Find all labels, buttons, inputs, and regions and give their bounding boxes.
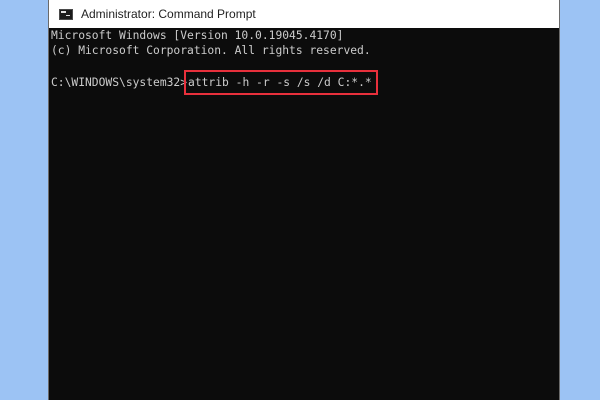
command-prompt-window[interactable]: Administrator: Command Prompt Microsoft …	[48, 0, 560, 400]
command-line: C:\WINDOWS\system32> attrib -h -r -s /s …	[51, 70, 559, 95]
window-title: Administrator: Command Prompt	[81, 7, 256, 21]
console-output[interactable]: Microsoft Windows [Version 10.0.19045.41…	[49, 28, 559, 400]
prompt-path: C:\WINDOWS\system32>	[51, 76, 188, 89]
cmd-icon	[59, 8, 73, 20]
highlighted-command: attrib -h -r -s /s /d C:*.*	[184, 70, 378, 95]
copyright-line: (c) Microsoft Corporation. All rights re…	[51, 44, 371, 57]
command-text: attrib -h -r -s /s /d C:*.*	[188, 76, 372, 89]
version-line: Microsoft Windows [Version 10.0.19045.41…	[51, 29, 344, 42]
title-bar[interactable]: Administrator: Command Prompt	[49, 0, 559, 28]
